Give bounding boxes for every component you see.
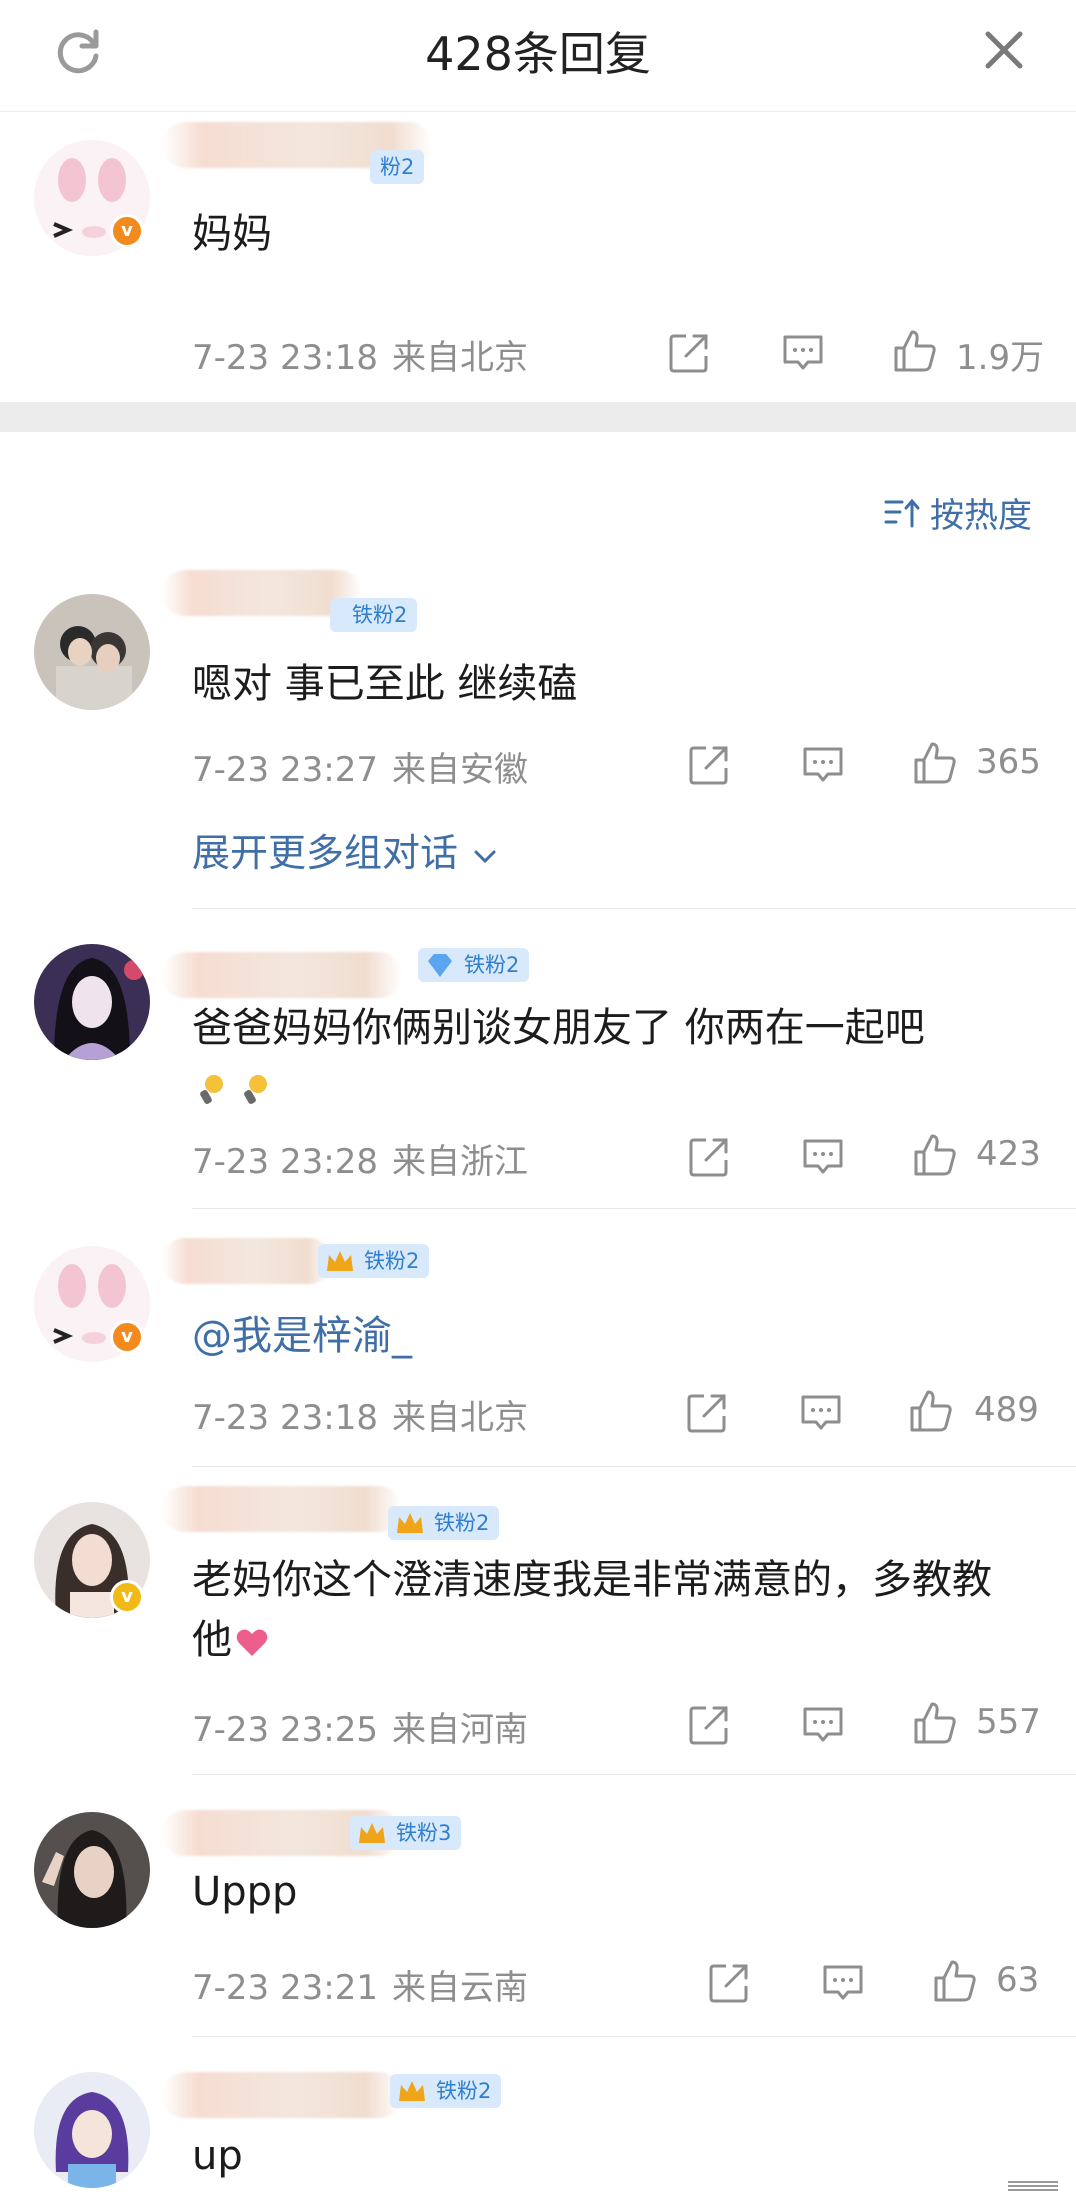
comment-location: 来自北京 — [391, 338, 528, 378]
reply-item: v 铁粉2 老妈你这个澄清速度我是非常满意的，多教教他 7-23 23:25 来自… — [0, 1482, 1076, 1772]
share-icon[interactable] — [686, 1702, 732, 1748]
like-count: 63 — [996, 1960, 1040, 2000]
comment-location: 来自安徽 — [391, 750, 528, 790]
like-icon[interactable] — [908, 1388, 954, 1434]
verified-icon: v — [110, 1580, 144, 1614]
comment-text: up — [192, 2133, 243, 2179]
chevron-down-icon — [474, 850, 496, 863]
lightbulb-emoji-icon — [244, 1075, 267, 1104]
comment-icon[interactable] — [800, 742, 846, 788]
comment-location: 来自河南 — [391, 1710, 528, 1750]
share-icon[interactable] — [684, 1390, 730, 1436]
username-blurred — [162, 1486, 402, 1532]
username-blurred — [162, 952, 402, 998]
comment-time: 7-23 23:25 — [192, 1710, 378, 1750]
like-count: 365 — [976, 742, 1041, 782]
comment-icon[interactable] — [780, 330, 826, 376]
fan-badge: 粉2 — [370, 150, 425, 184]
comment-time: 7-23 23:28 — [192, 1142, 378, 1182]
reply-item: 铁粉3 Uppp 7-23 23:21 来自云南 63 — [0, 1790, 1076, 2036]
like-count: 1.9万 — [956, 338, 1045, 378]
comment-text: 爸爸妈妈你俩别谈女朋友了 你两在一起吧 — [192, 998, 1036, 1118]
comment-location: 来自云南 — [391, 1968, 528, 2008]
crown-icon — [399, 2081, 425, 2101]
comment-time: 7-23 23:18 — [192, 1398, 378, 1438]
reply-item: 铁粉2 嗯对 事已至此 继续磕 7-23 23:27 来自安徽 365 — [0, 560, 1076, 910]
page-title: 428条回复 — [425, 27, 651, 81]
like-count: 423 — [976, 1134, 1041, 1174]
heart-emoji-icon — [236, 1629, 268, 1656]
comment-meta: 7-23 23:28 来自浙江 — [192, 1134, 528, 1183]
like-count: 557 — [976, 1702, 1041, 1742]
share-icon[interactable] — [686, 1134, 732, 1180]
close-icon[interactable] — [976, 22, 1032, 78]
expand-label: 展开更多组对话 — [192, 831, 459, 875]
crown-icon — [327, 1251, 353, 1271]
reply-item: 铁粉2 up — [0, 2052, 1076, 2204]
comment-time: 7-23 23:18 — [192, 338, 378, 378]
avatar[interactable] — [34, 594, 150, 710]
section-gap — [0, 402, 1076, 432]
fan-badge: 铁粉2 — [418, 948, 530, 982]
like-count: 489 — [974, 1390, 1039, 1430]
share-icon[interactable] — [686, 742, 732, 788]
verified-icon: v — [110, 214, 144, 248]
avatar[interactable] — [34, 2072, 150, 2188]
like-icon[interactable] — [892, 328, 938, 374]
lightbulb-emoji-icon — [200, 1075, 223, 1104]
crown-icon — [359, 1823, 385, 1843]
comment-meta: 7-23 23:18 来自北京 — [192, 1390, 528, 1439]
comment-text[interactable]: @我是梓渝_ — [192, 1306, 1036, 1366]
crown-icon — [397, 1513, 423, 1533]
top-comment: v 粉2 妈妈 7-23 23:18 来自北京 1.9万 — [0, 112, 1076, 402]
comment-time: 7-23 23:27 — [192, 750, 378, 790]
comment-icon[interactable] — [800, 1134, 846, 1180]
fan-badge: 铁粉2 — [388, 1506, 500, 1540]
comment-text: Uppp — [192, 1869, 298, 1915]
comment-icon[interactable] — [820, 1960, 866, 2006]
divider — [192, 1466, 1076, 1467]
divider — [192, 908, 1076, 909]
comment-text: 妈妈 — [192, 211, 272, 257]
divider — [192, 1208, 1076, 1209]
top-bar: 428条回复 — [0, 0, 1076, 112]
comment-meta: 7-23 23:25 来自河南 — [192, 1702, 528, 1751]
comment-icon[interactable] — [800, 1702, 846, 1748]
fan-badge: 铁粉3 — [350, 1816, 462, 1850]
comment-icon[interactable] — [798, 1390, 844, 1436]
comment-location: 来自北京 — [391, 1398, 528, 1438]
username-blurred — [162, 2072, 402, 2118]
reply-item: 铁粉2 爸爸妈妈你俩别谈女朋友了 你两在一起吧 7-23 23:28 来自浙江 4… — [0, 930, 1076, 1210]
divider — [192, 2036, 1076, 2037]
like-icon[interactable] — [912, 1700, 958, 1746]
avatar[interactable] — [34, 944, 150, 1060]
comment-text: 嗯对 事已至此 继续磕 — [192, 661, 578, 707]
sort-label: 按热度 — [930, 496, 1032, 536]
comment-time: 7-23 23:21 — [192, 1968, 378, 2008]
comment-location: 来自浙江 — [391, 1142, 528, 1182]
username-blurred — [162, 1238, 332, 1284]
sort-icon — [884, 498, 920, 527]
like-icon[interactable] — [932, 1958, 978, 2004]
fan-badge: 铁粉2 — [390, 2074, 502, 2108]
reply-item: v 铁粉2 @我是梓渝_ 7-23 23:18 来自北京 489 — [0, 1230, 1076, 1466]
fan-badge: 铁粉2 — [330, 598, 418, 632]
divider — [192, 1774, 1076, 1775]
avatar[interactable] — [34, 1812, 150, 1928]
diamond-icon — [428, 954, 452, 977]
share-icon[interactable] — [706, 1960, 752, 2006]
sort-toggle[interactable]: 按热度 — [884, 488, 1032, 537]
share-icon[interactable] — [666, 330, 712, 376]
scroll-indicator — [1008, 2181, 1058, 2191]
comment-text: 老妈你这个澄清速度我是非常满意的，多教教他 — [192, 1557, 992, 1663]
comment-meta: 7-23 23:21 来自云南 — [192, 1960, 528, 2009]
like-icon[interactable] — [912, 1132, 958, 1178]
comment-meta: 7-23 23:18 来自北京 — [192, 330, 528, 379]
like-icon[interactable] — [912, 740, 958, 786]
verified-icon: v — [110, 1320, 144, 1354]
comment-meta: 7-23 23:27 来自安徽 — [192, 742, 528, 791]
fan-badge: 铁粉2 — [318, 1244, 430, 1278]
expand-conversations-link[interactable]: 展开更多组对话 — [192, 822, 500, 877]
